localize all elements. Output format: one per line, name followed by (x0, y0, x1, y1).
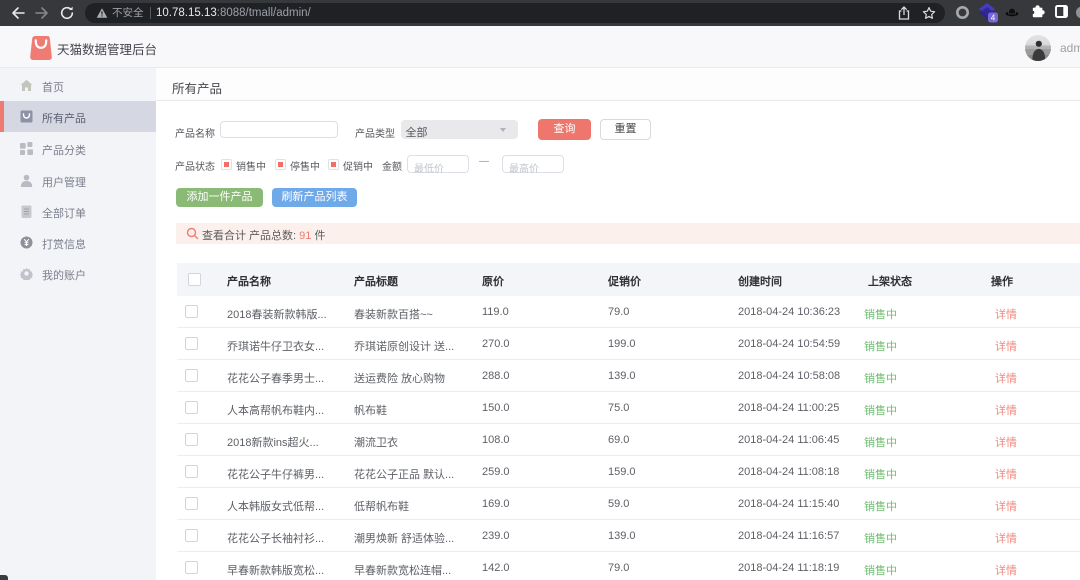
svg-text:4: 4 (991, 13, 996, 22)
